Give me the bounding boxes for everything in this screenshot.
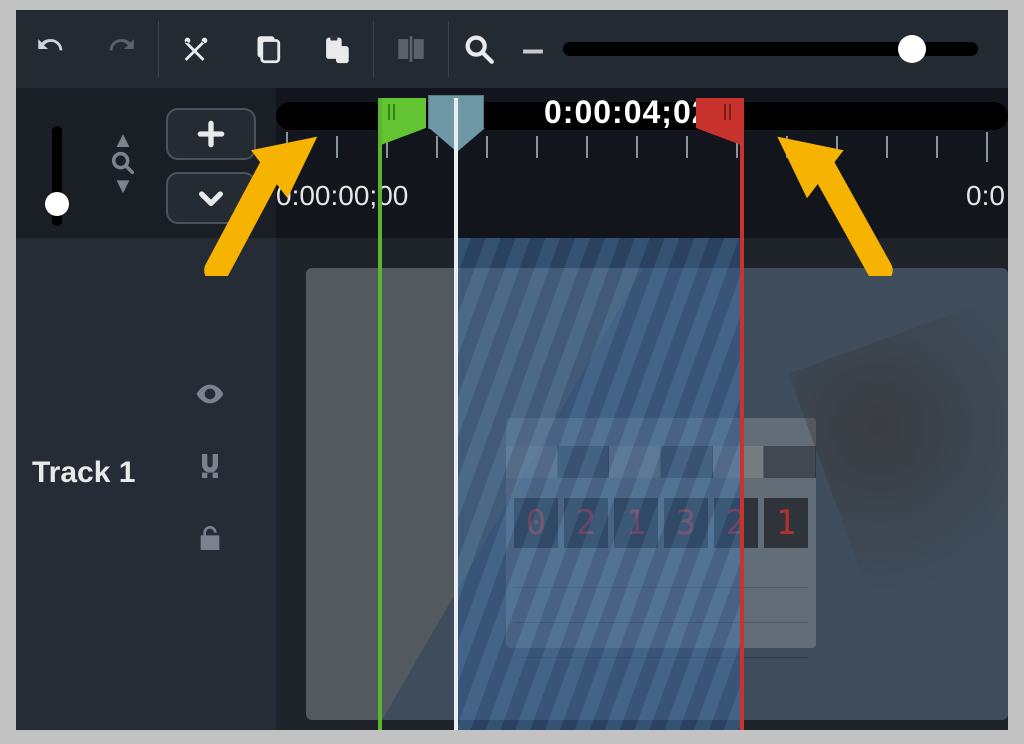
zoom-button[interactable] (451, 21, 507, 77)
timeline-area[interactable]: 021321 (276, 238, 1008, 730)
plus-icon (195, 118, 227, 150)
track-options-button[interactable] (166, 172, 256, 224)
chevron-down-icon (195, 182, 227, 214)
undo-button[interactable] (16, 21, 86, 77)
arrow-down-icon: ▼ (112, 177, 134, 195)
toolbar-separator (158, 21, 159, 77)
magnifier-icon (462, 32, 496, 66)
add-track-button[interactable] (166, 108, 256, 160)
lock-toggle[interactable] (194, 522, 226, 554)
toolbar-separator (373, 21, 374, 77)
copy-button[interactable] (231, 21, 301, 77)
copy-icon (249, 32, 283, 66)
track-name-label: Track 1 (32, 456, 135, 490)
vertical-zoom-controls[interactable]: ▲ ▼ (98, 108, 148, 218)
undo-icon (34, 32, 68, 66)
eye-icon (194, 378, 226, 410)
ruler-tick-label-right: 0:0 (966, 180, 1005, 212)
paste-icon (319, 32, 353, 66)
arrow-up-icon: ▲ (112, 131, 134, 149)
zoom-slider-thumb[interactable] (898, 35, 926, 63)
split-icon (394, 32, 428, 66)
track-header-panel: Track 1 (16, 238, 276, 730)
redo-button[interactable] (86, 21, 156, 77)
zoom-slider[interactable]: – (513, 21, 988, 77)
split-button[interactable] (376, 21, 446, 77)
selection-region (456, 238, 744, 730)
ruler-tick-label: 0:00:00;00 (276, 180, 408, 212)
toolbar-separator (448, 21, 449, 77)
toolbar: – (16, 10, 1008, 88)
snap-toggle[interactable] (194, 450, 226, 482)
paste-button[interactable] (301, 21, 371, 77)
redo-icon (104, 32, 138, 66)
editor-frame: – ▲ ▼ 0:00:04;02 (16, 10, 1008, 730)
magnet-icon (194, 450, 226, 482)
lock-icon (194, 522, 226, 554)
ruler-controls-panel: ▲ ▼ (16, 88, 276, 238)
zoom-minus-icon: – (513, 27, 553, 72)
scissors-icon (179, 32, 213, 66)
current-timecode: 0:00:04;02 (544, 94, 711, 131)
vertical-scroll-slider[interactable] (26, 144, 86, 204)
cut-button[interactable] (161, 21, 231, 77)
visibility-toggle[interactable] (194, 378, 226, 410)
zoom-slider-track[interactable] (563, 42, 978, 56)
